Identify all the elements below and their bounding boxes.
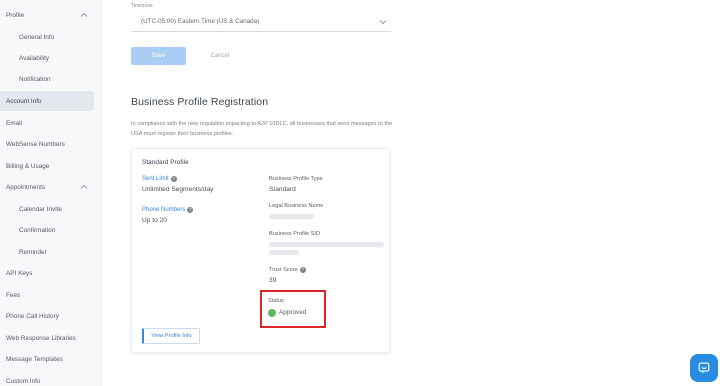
view-profile-info-button[interactable]: View Profile Info [142,328,200,344]
sidebar-item-label: Availability [19,54,50,62]
chevron-down-icon [379,20,387,25]
legal-name-text: Legal Business Name [269,203,324,209]
info-icon: ? [187,207,194,213]
sidebar-item-label: Email [6,119,22,127]
sidebar-item-label: WebSense Numbers [6,140,65,148]
sidebar-item-label: General Info [19,33,55,41]
profile-sid-redacted [269,242,384,247]
sidebar-item-billing[interactable]: Billing & Usage [0,156,94,176]
status-value: Approved [279,309,307,316]
standard-profile-card: Standard Profile Sent Limit ? Unlimited … [131,148,390,353]
profile-type-label: Business Profile Type [269,176,323,182]
trust-score-label: Trust Score ? [269,267,306,273]
card-title: Standard Profile [142,159,189,166]
sidebar-item-email[interactable]: Email [0,113,94,133]
trust-score-text: Trust Score [269,267,298,273]
section-description: In compliance with the new regulation im… [131,121,393,137]
profile-sid-redacted [269,250,299,255]
sidebar-item-label: Profile [6,11,25,19]
sidebar-item-confirmation[interactable]: Confirmation [0,220,94,240]
sidebar-item-label: Notification [19,75,51,83]
sidebar-item-label: Custom Info [6,377,41,385]
sidebar-item-fees[interactable]: Fees [0,285,94,305]
timezone-label: Timezone [131,3,153,9]
sidebar-item-label: Reminder [19,248,47,256]
cancel-button[interactable]: Cancel [200,47,240,65]
sidebar-item-reminder[interactable]: Reminder [0,242,94,262]
sidebar-item-label: Appointments [6,183,46,191]
sidebar-item-api-keys[interactable]: API Keys [0,263,94,283]
chat-icon [698,362,710,374]
sidebar-item-label: Fees [6,291,21,299]
sidebar-item-custom-info[interactable]: Custom Info [0,371,94,386]
sidebar-item-label: Account Info [6,97,42,105]
trust-score-value: 39 [269,277,277,284]
status-label: Status [268,298,284,304]
chevron-up-icon [80,184,88,189]
profile-sid-text: Business Profile SID [269,231,320,237]
legal-name-redacted [269,214,314,219]
chevron-up-icon [80,12,88,17]
sidebar-item-label: Calendar Invite [19,205,62,213]
sidebar-item-label: Message Templates [6,355,63,363]
sidebar: Profile General Info Availability Notifi… [0,0,102,386]
check-circle-icon [268,309,276,321]
info-icon: ? [170,176,177,182]
phone-numbers-value: Up to 20 [142,217,167,224]
sidebar-item-general-info[interactable]: General Info [0,27,94,47]
profile-type-text: Business Profile Type [269,176,323,182]
chat-widget-button[interactable] [690,354,718,382]
info-icon: ? [299,267,306,273]
profile-sid-label: Business Profile SID [269,231,320,237]
phone-numbers-text: Phone Numbers [142,207,186,213]
status-highlight: Status Approved [260,290,326,328]
sidebar-item-phone-call-history[interactable]: Phone Call History [0,306,94,326]
sidebar-item-message-templates[interactable]: Message Templates [0,349,94,369]
sidebar-item-label: Confirmation [19,226,56,234]
main-content: Timezone (UTC-05:00) Eastern Time (US & … [102,0,720,386]
sidebar-item-label: Billing & Usage [6,162,50,170]
profile-type-value: Standard [269,186,296,193]
sidebar-item-label: API Keys [6,269,33,277]
sent-limit-label[interactable]: Sent Limit ? [142,176,177,182]
timezone-select[interactable]: (UTC-05:00) Eastern Time (US & Canada) [131,12,391,32]
sidebar-item-websense-numbers[interactable]: WebSense Numbers [0,134,94,154]
sidebar-item-appointments[interactable]: Appointments [0,177,94,197]
sidebar-item-account-info[interactable]: Account Info [0,91,94,111]
sidebar-item-label: Web Response Libraries [6,334,76,342]
sidebar-item-profile[interactable]: Profile [0,5,94,25]
phone-numbers-label[interactable]: Phone Numbers ? [142,207,194,213]
sent-limit-value: Unlimited Segments/day [142,186,214,193]
sidebar-item-notification[interactable]: Notification [0,69,94,89]
legal-name-label: Legal Business Name [269,203,323,209]
sidebar-item-web-response-libraries[interactable]: Web Response Libraries [0,328,94,348]
save-button[interactable]: Save [131,47,186,65]
section-title: Business Profile Registration [131,96,269,108]
sidebar-item-availability[interactable]: Availability [0,48,94,68]
sidebar-item-calendar-invite[interactable]: Calendar Invite [0,199,94,219]
timezone-value: (UTC-05:00) Eastern Time (US & Canada) [141,18,260,25]
sent-limit-text: Sent Limit [142,176,169,182]
sidebar-item-label: Phone Call History [6,312,59,320]
